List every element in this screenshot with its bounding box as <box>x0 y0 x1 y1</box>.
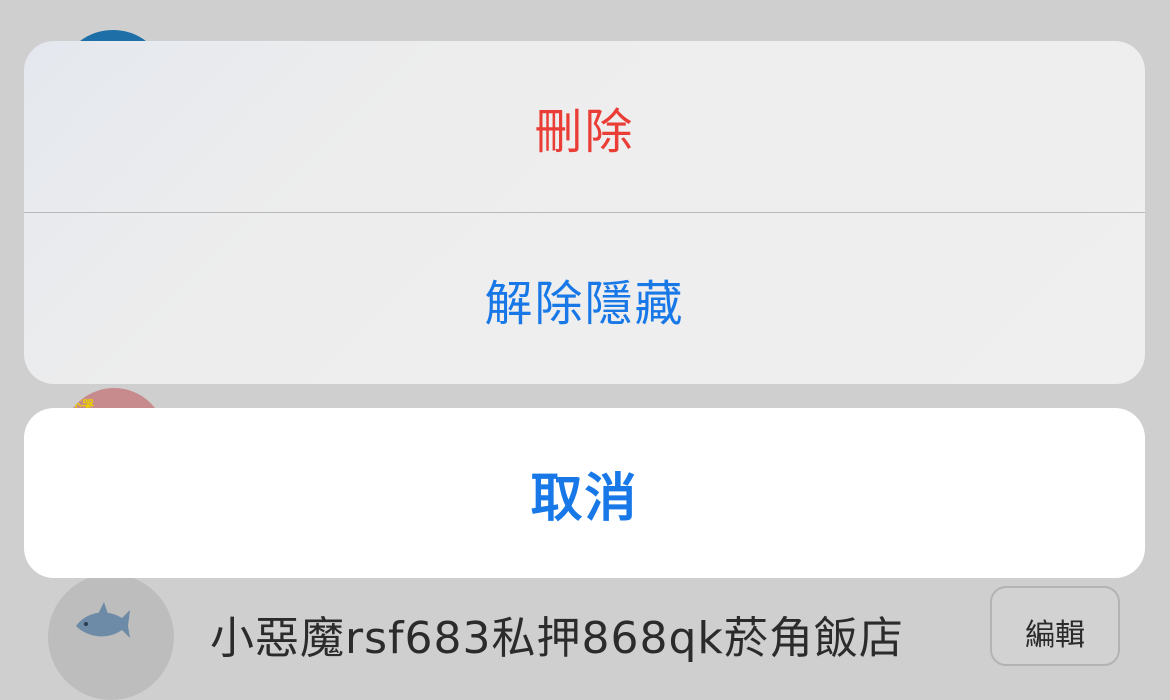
avatar <box>48 574 174 700</box>
action-sheet-group: 刪除 解除隱藏 <box>24 41 1145 384</box>
shark-icon <box>76 602 130 638</box>
row-title: 小惡魔rsf683私押868qk菸角飯店 <box>210 613 904 664</box>
cancel-button[interactable]: 取消 <box>24 408 1145 578</box>
unhide-button[interactable]: 解除隱藏 <box>24 213 1145 384</box>
edit-button[interactable]: 編輯 <box>990 586 1120 666</box>
delete-button[interactable]: 刪除 <box>24 41 1145 212</box>
